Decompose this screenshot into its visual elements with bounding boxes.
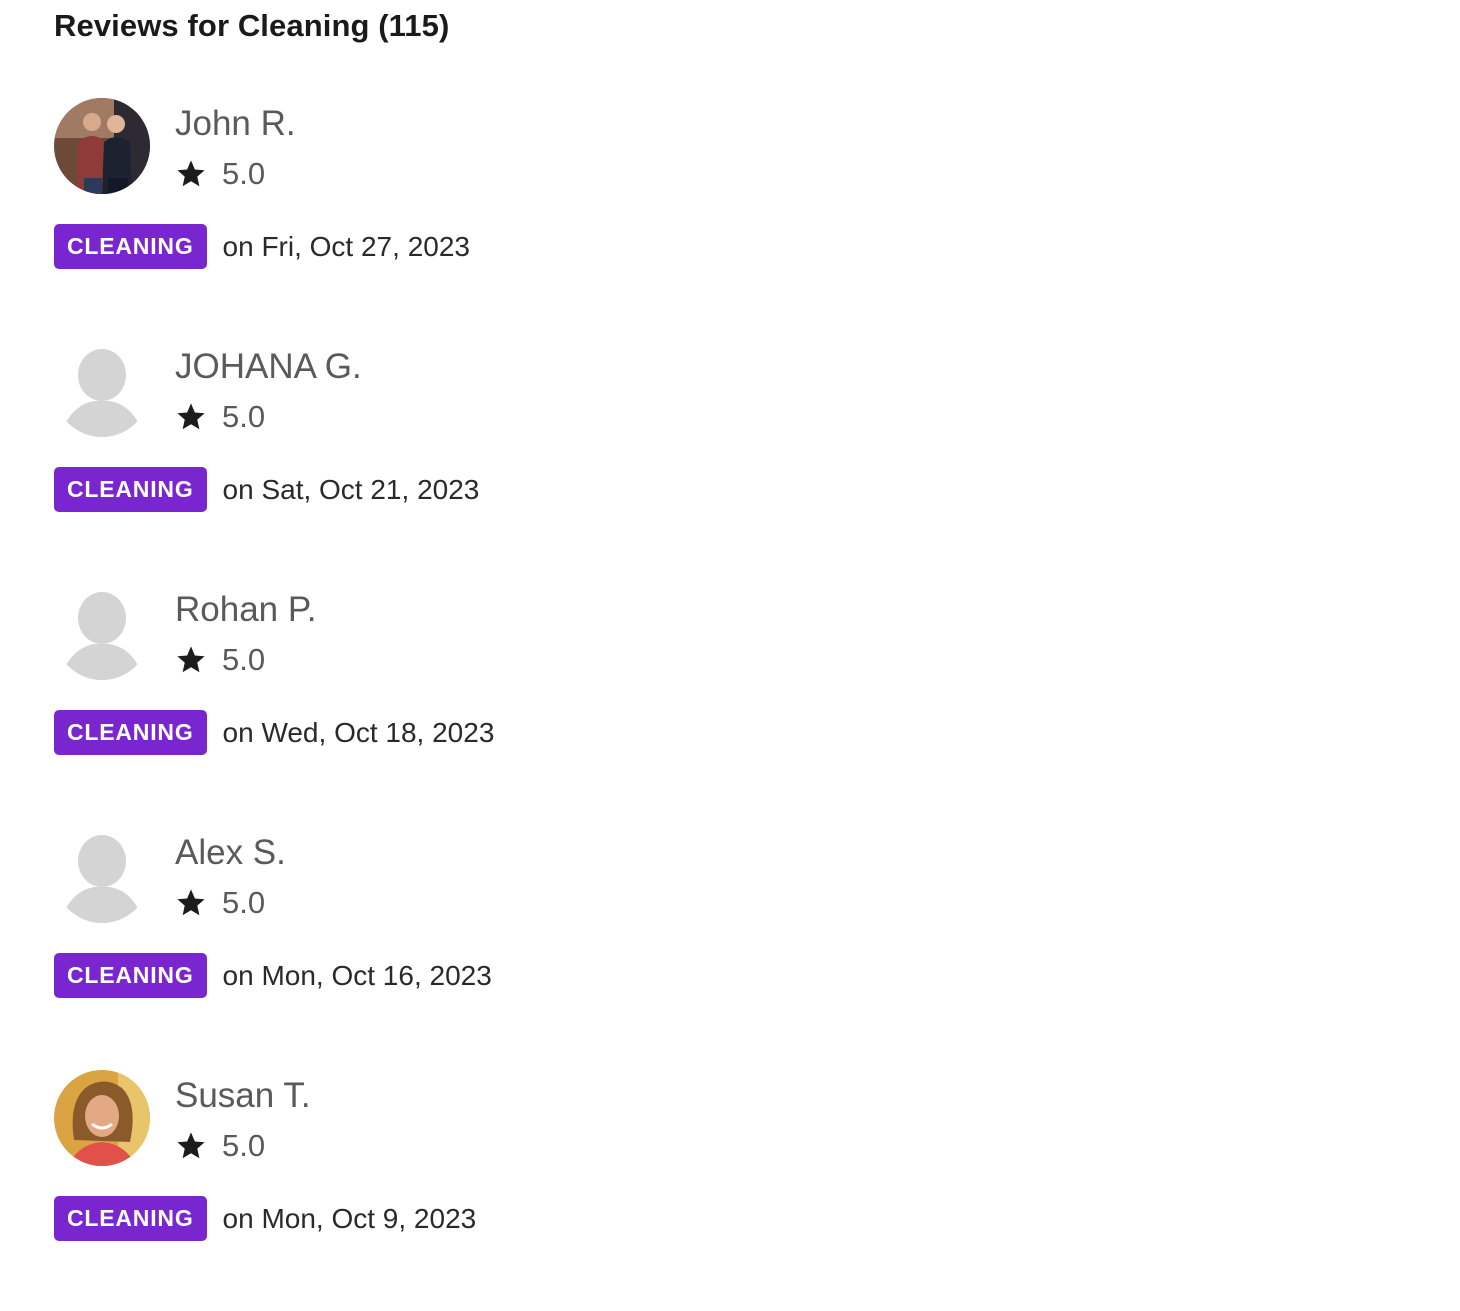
star-icon — [175, 1130, 207, 1162]
review-date: on Mon, Oct 16, 2023 — [222, 960, 492, 991]
category-badge[interactable]: CLEANING — [54, 1196, 207, 1241]
review-meta: CLEANING on Mon, Oct 16, 2023 — [54, 953, 492, 998]
star-icon — [175, 887, 207, 919]
review-date: on Wed, Oct 18, 2023 — [222, 717, 495, 748]
review-meta: CLEANING on Wed, Oct 18, 2023 — [54, 710, 494, 755]
review-item: Rohan P. 5.0 CLEANING on Wed, Oct 18, 20… — [54, 582, 954, 825]
rating: 5.0 — [175, 885, 265, 921]
avatar[interactable] — [54, 827, 150, 923]
page-title: Reviews for Cleaning (115) — [54, 8, 450, 43]
rating: 5.0 — [175, 1128, 265, 1164]
avatar[interactable] — [54, 341, 150, 437]
rating: 5.0 — [175, 156, 265, 192]
review-item: JOHANA G. 5.0 CLEANING on Sat, Oct 21, 2… — [54, 339, 954, 582]
category-badge[interactable]: CLEANING — [54, 224, 207, 269]
avatar-photo — [54, 98, 150, 194]
star-icon — [175, 401, 207, 433]
default-user-icon — [54, 584, 150, 680]
review-date: on Sat, Oct 21, 2023 — [222, 474, 480, 505]
rating: 5.0 — [175, 399, 265, 435]
review-item: John R. 5.0 CLEANING on Fri, Oct 27, 202… — [54, 96, 954, 339]
review-meta: CLEANING on Mon, Oct 9, 2023 — [54, 1196, 476, 1241]
category-badge[interactable]: CLEANING — [54, 953, 207, 998]
review-item: Susan T. 5.0 CLEANING on Mon, Oct 9, 202… — [54, 1068, 954, 1311]
review-date: on Fri, Oct 27, 2023 — [222, 231, 470, 262]
avatar[interactable] — [54, 98, 150, 194]
reviewer-name: JOHANA G. — [175, 347, 362, 386]
default-user-icon — [54, 827, 150, 923]
category-badge[interactable]: CLEANING — [54, 467, 207, 512]
avatar[interactable] — [54, 1070, 150, 1166]
rating-value: 5.0 — [222, 399, 266, 434]
reviewer-name: John R. — [175, 104, 296, 143]
review-meta: CLEANING on Fri, Oct 27, 2023 — [54, 224, 470, 269]
star-icon — [175, 644, 207, 676]
rating-value: 5.0 — [222, 156, 266, 191]
review-list: John R. 5.0 CLEANING on Fri, Oct 27, 202… — [54, 96, 954, 1311]
review-date: on Mon, Oct 9, 2023 — [222, 1203, 477, 1234]
star-icon — [175, 158, 207, 190]
rating-value: 5.0 — [222, 1128, 266, 1163]
reviewer-name: Susan T. — [175, 1076, 311, 1115]
default-user-icon — [54, 341, 150, 437]
avatar[interactable] — [54, 584, 150, 680]
review-meta: CLEANING on Sat, Oct 21, 2023 — [54, 467, 479, 512]
rating-value: 5.0 — [222, 642, 266, 677]
rating: 5.0 — [175, 642, 265, 678]
reviewer-name: Alex S. — [175, 833, 286, 872]
avatar-photo — [54, 1070, 150, 1166]
review-item: Alex S. 5.0 CLEANING on Mon, Oct 16, 202… — [54, 825, 954, 1068]
category-badge[interactable]: CLEANING — [54, 710, 207, 755]
rating-value: 5.0 — [222, 885, 266, 920]
reviewer-name: Rohan P. — [175, 590, 317, 629]
